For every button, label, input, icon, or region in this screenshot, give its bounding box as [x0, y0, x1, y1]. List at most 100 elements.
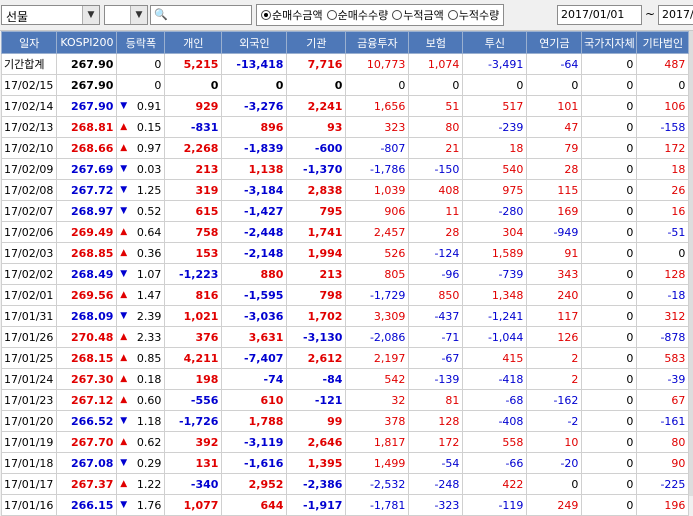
col-header[interactable]: KOSPI200 [56, 31, 118, 54]
kospi-cell: 267.90 [56, 74, 118, 96]
inst-cell: 213 [286, 263, 347, 285]
table-row[interactable]: 17/01/24 267.30 ▲ 0.18 198 -74 -84 542 -139 -418 2… [0, 368, 690, 390]
table-row[interactable]: 17/02/08 267.72 ▼ 1.25 319 -3,184 2,838 1,039 40… [0, 179, 690, 201]
date-separator: ~ [645, 7, 656, 21]
pen-cell: 91 [526, 242, 583, 264]
ins-cell: -54 [408, 452, 464, 474]
col-header[interactable]: 국가지자체 [581, 31, 638, 54]
table-row[interactable]: 17/02/09 267.69 ▼ 0.03 213 1,138 -1,370 -1,786-… [0, 158, 690, 180]
col-header[interactable]: 보험 [408, 31, 464, 54]
table-row[interactable]: 17/02/15 267.90 0 0 0 0 0 0 0 0 0 0 [0, 74, 690, 96]
table-row[interactable]: 17/02/07 268.97 ▼ 0.52 615 -1,427 795 906 11 -280… [0, 200, 690, 222]
table-row[interactable]: 17/01/31 268.09 ▼ 2.39 1,021 -3,036 1,702 3,309… [0, 305, 690, 327]
col-header[interactable]: 등락폭 [116, 31, 166, 54]
date-cell: 17/02/03 [0, 242, 58, 264]
table-row[interactable]: 17/01/25 268.15 ▲ 0.85 4,211 -7,407 2,612 2,197… [0, 347, 690, 369]
inst-cell: -3,130 [286, 326, 347, 348]
table-row[interactable]: 17/01/19 267.70 ▲ 0.62 392 -3,119 2,646 1,817 17… [0, 431, 690, 453]
table-row[interactable]: 17/02/06 269.49 ▲ 0.64 758 -2,448 1,741 2,457 28… [0, 221, 690, 243]
chevron-down-icon[interactable]: ▼ [82, 6, 99, 24]
table-row[interactable]: 17/01/26 270.48 ▲ 2.33 376 3,631 -3,130 -2,086-… [0, 326, 690, 348]
etc-cell: 0 [636, 74, 690, 96]
chevron-down-icon[interactable]: ▼ [130, 6, 147, 24]
arrow-down-icon: ▼ [116, 305, 130, 327]
etc-cell: 0 [636, 242, 690, 264]
inst-cell: 2,646 [286, 431, 347, 453]
fin-cell: 378 [345, 410, 410, 432]
col-header[interactable]: 금융투자 [345, 31, 410, 54]
date-cell: 17/01/25 [0, 347, 58, 369]
pen-cell: -64 [526, 53, 583, 75]
table-row[interactable]: 17/01/16 266.15 ▼ 1.76 1,077 644 -1,917 -1,781-… [0, 494, 690, 516]
gov-cell: 0 [581, 263, 638, 285]
radio-option-0[interactable]: 순매수금액 [261, 7, 323, 23]
etc-cell: -39 [636, 368, 690, 390]
gov-cell: 0 [581, 179, 638, 201]
table-row[interactable]: 17/02/10 268.66 ▲ 0.97 2,268 -1,839 -600 -807 21… [0, 137, 690, 159]
kospi-cell: 267.70 [56, 431, 118, 453]
col-header[interactable]: 투신 [462, 31, 528, 54]
ins-cell: 11 [408, 200, 464, 222]
search-input[interactable]: 🔍 [150, 5, 252, 25]
table-row[interactable]: 17/01/17 267.37 ▲ 1.22 -340 2,952 -2,386 -2,532… [0, 473, 690, 495]
gov-cell: 0 [581, 284, 638, 306]
ins-cell: -67 [408, 347, 464, 369]
fin-cell: -1,786 [345, 158, 410, 180]
gov-cell: 0 [581, 326, 638, 348]
col-header[interactable]: 개인 [164, 31, 223, 54]
table-row[interactable]: 17/02/03 268.85 ▲ 0.36 153 -2,148 1,994 526 -124… [0, 242, 690, 264]
radio-option-1[interactable]: 순매수수량 [326, 7, 389, 23]
col-header[interactable]: 기관 [286, 31, 347, 54]
summary-row[interactable]: 기간합계 267.90 0 5,215 -13,418 7,716 10,773 1,074-… [0, 53, 690, 75]
pen-cell: 0 [526, 74, 583, 96]
gov-cell: 0 [581, 431, 638, 453]
fin-cell: -807 [345, 137, 410, 159]
change-cell: 0.62 [129, 431, 166, 453]
col-header[interactable]: 외국인 [221, 31, 288, 54]
pen-cell: 2 [526, 347, 583, 369]
ins-cell: 1,074 [408, 53, 464, 75]
col-header[interactable]: 연기금 [526, 31, 583, 54]
fin-cell: 2,197 [345, 347, 410, 369]
ins-cell: -96 [408, 263, 464, 285]
market-select[interactable]: 선물 ▼ [1, 5, 100, 25]
radio-option-3[interactable]: 누적수량 [447, 7, 499, 23]
date-to-input[interactable]: 2017/ [658, 5, 693, 25]
gov-cell: 0 [581, 494, 638, 516]
gov-cell: 0 [581, 200, 638, 222]
radio-dot-icon [447, 10, 458, 20]
col-header[interactable]: 일자 [0, 31, 58, 54]
search-icon[interactable]: 🔍 [154, 8, 168, 21]
gov-cell: 0 [581, 95, 638, 117]
radio-label: 순매수수량 [337, 9, 389, 22]
arrow-up-icon: ▲ [116, 473, 130, 495]
for-cell: 896 [221, 116, 288, 138]
col-header[interactable]: 기타법인 [636, 31, 690, 54]
table-row[interactable]: 17/01/20 266.52 ▼ 1.18 -1,726 1,788 99 378 128 -4… [0, 410, 690, 432]
inv-cell: -739 [462, 263, 528, 285]
for-cell: 610 [221, 389, 288, 411]
table-row[interactable]: 17/02/14 267.90 ▼ 0.91 929 -3,276 2,241 1,656 51… [0, 95, 690, 117]
table-row[interactable]: 17/02/13 268.81 ▲ 0.15 -831 896 93 323 80 -239 47 0… [0, 116, 690, 138]
change-cell: 0.85 [129, 347, 166, 369]
ins-cell: -437 [408, 305, 464, 327]
inv-cell: 0 [462, 74, 528, 96]
ind-cell: 213 [164, 158, 223, 180]
fin-cell: 10,773 [345, 53, 410, 75]
fin-cell: -2,086 [345, 326, 410, 348]
inv-cell: 558 [462, 431, 528, 453]
table-row[interactable]: 17/02/02 268.49 ▼ 1.07 -1,223 880 213 805 -96 -73… [0, 263, 690, 285]
sub-select[interactable]: ▼ [104, 5, 148, 25]
table-row[interactable]: 17/01/23 267.12 ▲ 0.60 -556 610 -121 32 81 -68 -16… [0, 389, 690, 411]
etc-cell: -161 [636, 410, 690, 432]
date-from-input[interactable]: 2017/01/01 [557, 5, 642, 25]
table-row[interactable]: 17/02/01 269.56 ▲ 1.47 816 -1,595 798 -1,729 850… [0, 284, 690, 306]
table-row[interactable]: 17/01/18 267.08 ▼ 0.29 131 -1,616 1,395 1,499 -5… [0, 452, 690, 474]
kospi-cell: 270.48 [56, 326, 118, 348]
inv-cell: 540 [462, 158, 528, 180]
arrow-up-icon: ▲ [116, 221, 130, 243]
radio-option-2[interactable]: 누적금액 [392, 7, 444, 23]
vertical-scrollbar[interactable] [689, 31, 693, 496]
no-change-icon [116, 53, 130, 75]
arrow-up-icon: ▲ [116, 368, 130, 390]
